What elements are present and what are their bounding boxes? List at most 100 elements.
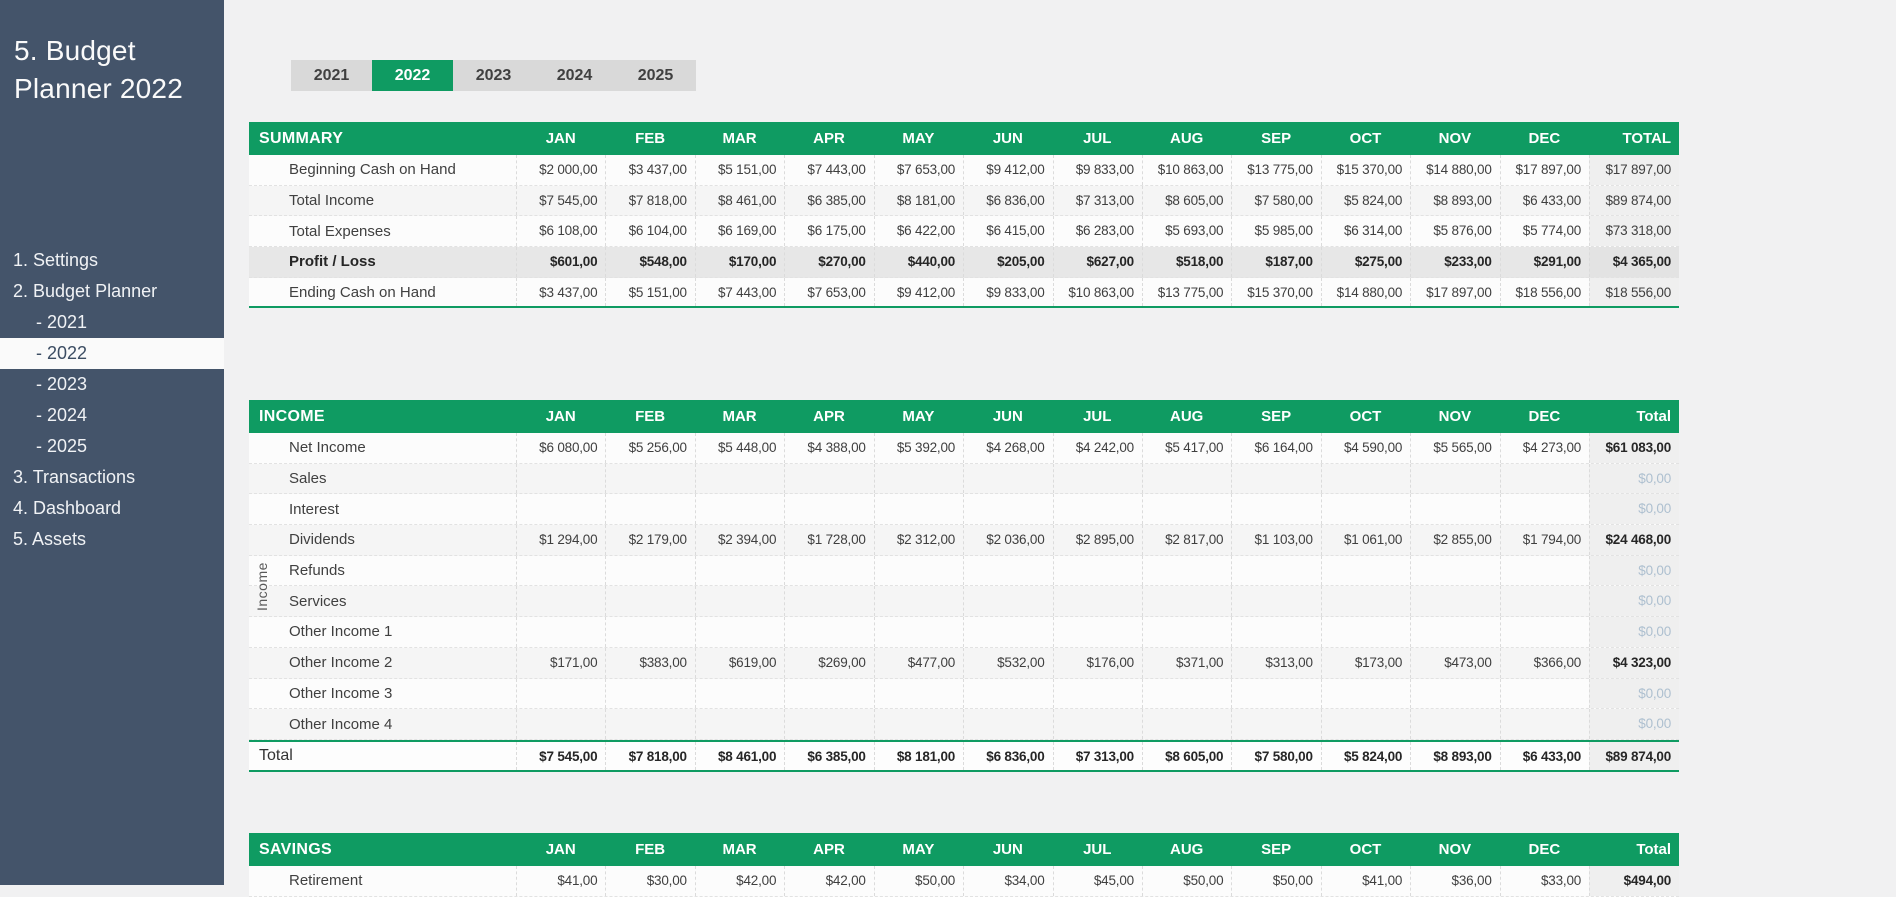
cell[interactable] <box>1231 617 1320 647</box>
cell[interactable]: $173,00 <box>1321 648 1410 678</box>
cell[interactable] <box>1142 494 1231 524</box>
cell[interactable] <box>784 464 873 494</box>
cell[interactable]: $1 294,00 <box>516 525 605 555</box>
cell[interactable] <box>1142 586 1231 616</box>
cell[interactable] <box>963 709 1052 739</box>
cell[interactable]: $50,00 <box>1231 866 1320 896</box>
sidebar-item-2024[interactable]: - 2024 <box>0 400 224 431</box>
cell[interactable] <box>1142 617 1231 647</box>
cell[interactable] <box>1231 709 1320 739</box>
cell[interactable] <box>605 464 694 494</box>
cell[interactable]: $36,00 <box>1410 866 1499 896</box>
sidebar-item-2022[interactable]: - 2022 <box>0 338 224 369</box>
cell[interactable]: $619,00 <box>695 648 784 678</box>
cell[interactable]: $4 273,00 <box>1500 433 1589 463</box>
cell[interactable]: $4 268,00 <box>963 433 1052 463</box>
cell[interactable]: $4 590,00 <box>1321 433 1410 463</box>
cell[interactable] <box>1142 464 1231 494</box>
cell[interactable] <box>963 464 1052 494</box>
tab-2022[interactable]: 2022 <box>372 60 453 91</box>
cell[interactable] <box>695 709 784 739</box>
cell[interactable]: $41,00 <box>516 866 605 896</box>
cell[interactable]: $50,00 <box>1142 866 1231 896</box>
cell[interactable]: $50,00 <box>874 866 963 896</box>
cell[interactable]: $1 103,00 <box>1231 525 1320 555</box>
cell[interactable]: $5 565,00 <box>1410 433 1499 463</box>
cell[interactable]: $4 242,00 <box>1053 433 1142 463</box>
cell[interactable] <box>605 494 694 524</box>
cell[interactable] <box>1053 556 1142 586</box>
cell[interactable]: $5 448,00 <box>695 433 784 463</box>
sidebar-item-4-dashboard[interactable]: 4. Dashboard <box>0 493 224 524</box>
tab-2024[interactable]: 2024 <box>534 60 615 91</box>
cell[interactable] <box>1500 709 1589 739</box>
cell[interactable] <box>874 586 963 616</box>
cell[interactable] <box>516 709 605 739</box>
cell[interactable] <box>1053 586 1142 616</box>
cell[interactable]: $2 895,00 <box>1053 525 1142 555</box>
cell[interactable] <box>516 679 605 709</box>
cell[interactable]: $473,00 <box>1410 648 1499 678</box>
cell[interactable]: $477,00 <box>874 648 963 678</box>
cell[interactable] <box>516 556 605 586</box>
cell[interactable] <box>695 494 784 524</box>
cell[interactable] <box>695 617 784 647</box>
cell[interactable] <box>784 556 873 586</box>
cell[interactable]: $2 855,00 <box>1410 525 1499 555</box>
cell[interactable] <box>874 709 963 739</box>
cell[interactable] <box>1500 586 1589 616</box>
cell[interactable] <box>605 556 694 586</box>
cell[interactable] <box>1500 617 1589 647</box>
sidebar-item-1-settings[interactable]: 1. Settings <box>0 245 224 276</box>
cell[interactable] <box>874 617 963 647</box>
cell[interactable]: $6 164,00 <box>1231 433 1320 463</box>
cell[interactable] <box>605 709 694 739</box>
cell[interactable] <box>784 709 873 739</box>
cell[interactable] <box>1500 679 1589 709</box>
cell[interactable]: $171,00 <box>516 648 605 678</box>
cell[interactable] <box>516 617 605 647</box>
cell[interactable] <box>695 464 784 494</box>
cell[interactable] <box>1321 709 1410 739</box>
cell[interactable]: $532,00 <box>963 648 1052 678</box>
cell[interactable] <box>1231 464 1320 494</box>
cell[interactable] <box>695 679 784 709</box>
cell[interactable] <box>784 679 873 709</box>
cell[interactable] <box>1321 494 1410 524</box>
cell[interactable] <box>1053 494 1142 524</box>
sidebar-item-2-budget-planner[interactable]: 2. Budget Planner <box>0 276 224 307</box>
cell[interactable] <box>874 679 963 709</box>
cell[interactable]: $45,00 <box>1053 866 1142 896</box>
sidebar-item-5-assets[interactable]: 5. Assets <box>0 524 224 555</box>
tab-2021[interactable]: 2021 <box>291 60 372 91</box>
cell[interactable] <box>963 494 1052 524</box>
sidebar-item-2021[interactable]: - 2021 <box>0 307 224 338</box>
cell[interactable] <box>1231 586 1320 616</box>
cell[interactable] <box>1231 679 1320 709</box>
tab-2023[interactable]: 2023 <box>453 60 534 91</box>
cell[interactable] <box>963 617 1052 647</box>
cell[interactable] <box>1410 556 1499 586</box>
cell[interactable]: $1 728,00 <box>784 525 873 555</box>
cell[interactable] <box>784 617 873 647</box>
cell[interactable] <box>1321 679 1410 709</box>
cell[interactable]: $5 392,00 <box>874 433 963 463</box>
cell[interactable]: $30,00 <box>605 866 694 896</box>
cell[interactable] <box>1321 556 1410 586</box>
cell[interactable]: $2 817,00 <box>1142 525 1231 555</box>
sidebar-item-3-transactions[interactable]: 3. Transactions <box>0 462 224 493</box>
cell[interactable] <box>1500 494 1589 524</box>
cell[interactable]: $2 179,00 <box>605 525 694 555</box>
cell[interactable]: $41,00 <box>1321 866 1410 896</box>
cell[interactable] <box>784 494 873 524</box>
cell[interactable] <box>1410 679 1499 709</box>
cell[interactable]: $42,00 <box>695 866 784 896</box>
cell[interactable] <box>605 586 694 616</box>
cell[interactable] <box>605 679 694 709</box>
cell[interactable]: $4 388,00 <box>784 433 873 463</box>
cell[interactable] <box>963 556 1052 586</box>
cell[interactable] <box>516 494 605 524</box>
cell[interactable] <box>963 679 1052 709</box>
cell[interactable]: $5 256,00 <box>605 433 694 463</box>
cell[interactable]: $2 312,00 <box>874 525 963 555</box>
